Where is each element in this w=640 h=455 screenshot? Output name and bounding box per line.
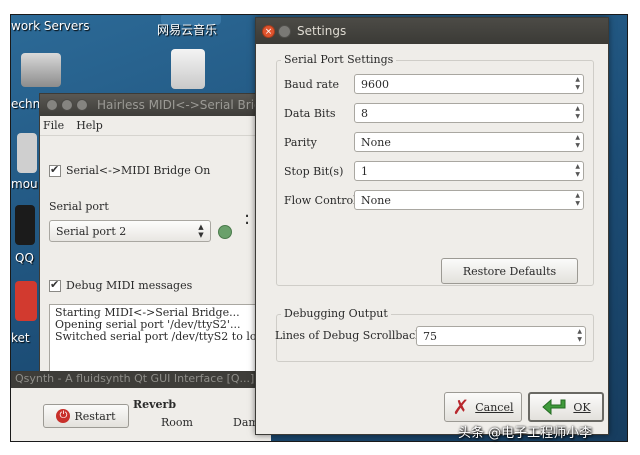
- restore-defaults-button[interactable]: Restore Defaults: [441, 258, 578, 284]
- desktop-label-network[interactable]: work Servers: [11, 19, 89, 33]
- reverb-label: Reverb: [133, 398, 177, 411]
- close-icon[interactable]: ×: [262, 24, 275, 38]
- settings-dialog: × Settings Serial Port Settings Baud rat…: [255, 17, 609, 435]
- log-line: Switched serial port /dev/ttyS2 to low-l…: [55, 330, 271, 343]
- stop-bits-spinbox[interactable]: 1 ▲ ▼: [354, 161, 584, 181]
- menu-file[interactable]: File: [43, 119, 64, 132]
- menubar: File Help: [40, 116, 278, 136]
- ok-button[interactable]: OK: [528, 392, 604, 422]
- ok-label: OK: [573, 400, 591, 414]
- scrollback-value: 75: [423, 329, 437, 343]
- parity-value: None: [361, 135, 391, 149]
- baud-rate-value: 9600: [361, 77, 389, 91]
- bridge-toggle-label: Serial<->MIDI Bridge On: [66, 164, 211, 177]
- debug-checkbox[interactable]: [49, 278, 61, 292]
- serial-group-title: Serial Port Settings: [281, 53, 397, 66]
- watermark: 头条 @电子工程师小李: [458, 426, 593, 441]
- restore-defaults-label: Restore Defaults: [462, 264, 557, 278]
- minimize-icon[interactable]: [278, 24, 291, 38]
- flow-control-spinbox[interactable]: None ▲ ▼: [354, 190, 584, 210]
- updown-arrows-icon: ▲ ▼: [575, 134, 580, 149]
- bridge-checkbox[interactable]: [49, 163, 61, 177]
- cancel-x-icon: ✗: [452, 395, 470, 419]
- document-icon[interactable]: [17, 133, 37, 173]
- flow-control-label: Flow Control: [284, 194, 357, 207]
- serial-port-value: Serial port 2: [56, 224, 127, 238]
- scrollback-label: Lines of Debug Scrollback: [275, 329, 422, 342]
- desktop-label-ticket[interactable]: ket: [11, 331, 30, 345]
- hairless-midi-window: Hairless MIDI<->Serial Bridg File Help S…: [39, 93, 279, 381]
- debug-toggle[interactable]: Debug MIDI messages: [49, 278, 193, 292]
- debug-group-title: Debugging Output: [281, 307, 391, 320]
- updown-arrows-icon: ▲ ▼: [577, 328, 582, 343]
- desktop-label-qq[interactable]: QQ: [15, 251, 34, 265]
- close-icon[interactable]: [46, 99, 58, 111]
- maximize-icon[interactable]: [76, 99, 88, 111]
- data-bits-spinbox[interactable]: 8 ▲ ▼: [354, 103, 584, 123]
- qsynth-title[interactable]: Qsynth - A fluidsynth Qt GUI Interface […: [11, 372, 271, 388]
- hairless-titlebar[interactable]: Hairless MIDI<->Serial Bridg: [40, 94, 278, 116]
- flow-control-value: None: [361, 193, 391, 207]
- parity-spinbox[interactable]: None ▲ ▼: [354, 132, 584, 152]
- app-red-icon[interactable]: [15, 281, 37, 321]
- qq-penguin-icon[interactable]: [15, 205, 35, 245]
- settings-titlebar[interactable]: × Settings: [256, 18, 608, 44]
- screenshot-frame: work Servers 网易云音乐 echn mou QQ ket Hairl…: [10, 14, 628, 442]
- baud-rate-label: Baud rate: [284, 78, 340, 91]
- data-bits-value: 8: [361, 106, 368, 120]
- updown-arrows-icon: ▲ ▼: [575, 163, 580, 178]
- data-bits-label: Data Bits: [284, 107, 336, 120]
- restart-label: Restart: [74, 409, 116, 423]
- stop-bits-value: 1: [361, 164, 368, 178]
- window-title: Hairless MIDI<->Serial Bridg: [97, 98, 270, 112]
- desktop-label-music[interactable]: 网易云音乐: [157, 21, 217, 38]
- desktop-label-technical[interactable]: echn: [11, 97, 40, 111]
- debug-log[interactable]: Starting MIDI<->Serial Bridge... Opening…: [49, 304, 271, 374]
- restart-button[interactable]: ⏻ Restart: [43, 404, 129, 428]
- scrollback-spinbox[interactable]: 75 ▲ ▼: [416, 326, 586, 346]
- updown-arrows-icon: ▲ ▼: [575, 192, 580, 207]
- bridge-toggle[interactable]: Serial<->MIDI Bridge On: [49, 163, 211, 177]
- dialog-title: Settings: [297, 24, 347, 38]
- cancel-label: Cancel: [475, 400, 514, 414]
- status-led-icon: [218, 225, 232, 239]
- menu-help[interactable]: Help: [76, 119, 103, 132]
- debug-toggle-label: Debug MIDI messages: [66, 279, 193, 292]
- room-label: Room: [161, 416, 193, 429]
- drive-icon[interactable]: [21, 53, 61, 87]
- ok-arrow-icon: [542, 398, 566, 416]
- qsynth-window: Qsynth - A fluidsynth Qt GUI Interface […: [11, 371, 271, 441]
- trash-icon[interactable]: [171, 49, 205, 89]
- updown-arrows-icon: ▲ ▼: [575, 76, 580, 91]
- serial-port-heading: Serial port: [49, 200, 109, 213]
- parity-label: Parity: [284, 136, 317, 149]
- cancel-button[interactable]: ✗ Cancel: [444, 392, 522, 422]
- serial-port-select[interactable]: Serial port 2 ▲ ▼: [49, 220, 211, 242]
- minimize-icon[interactable]: [61, 99, 73, 111]
- updown-arrows-icon: ▲ ▼: [575, 105, 580, 120]
- stop-bits-label: Stop Bit(s): [284, 165, 344, 178]
- desktop-label-mount[interactable]: mou: [11, 177, 38, 191]
- power-icon: ⏻: [56, 409, 71, 423]
- baud-rate-spinbox[interactable]: 9600 ▲ ▼: [354, 74, 584, 94]
- updown-arrows-icon: ▲ ▼: [198, 223, 204, 239]
